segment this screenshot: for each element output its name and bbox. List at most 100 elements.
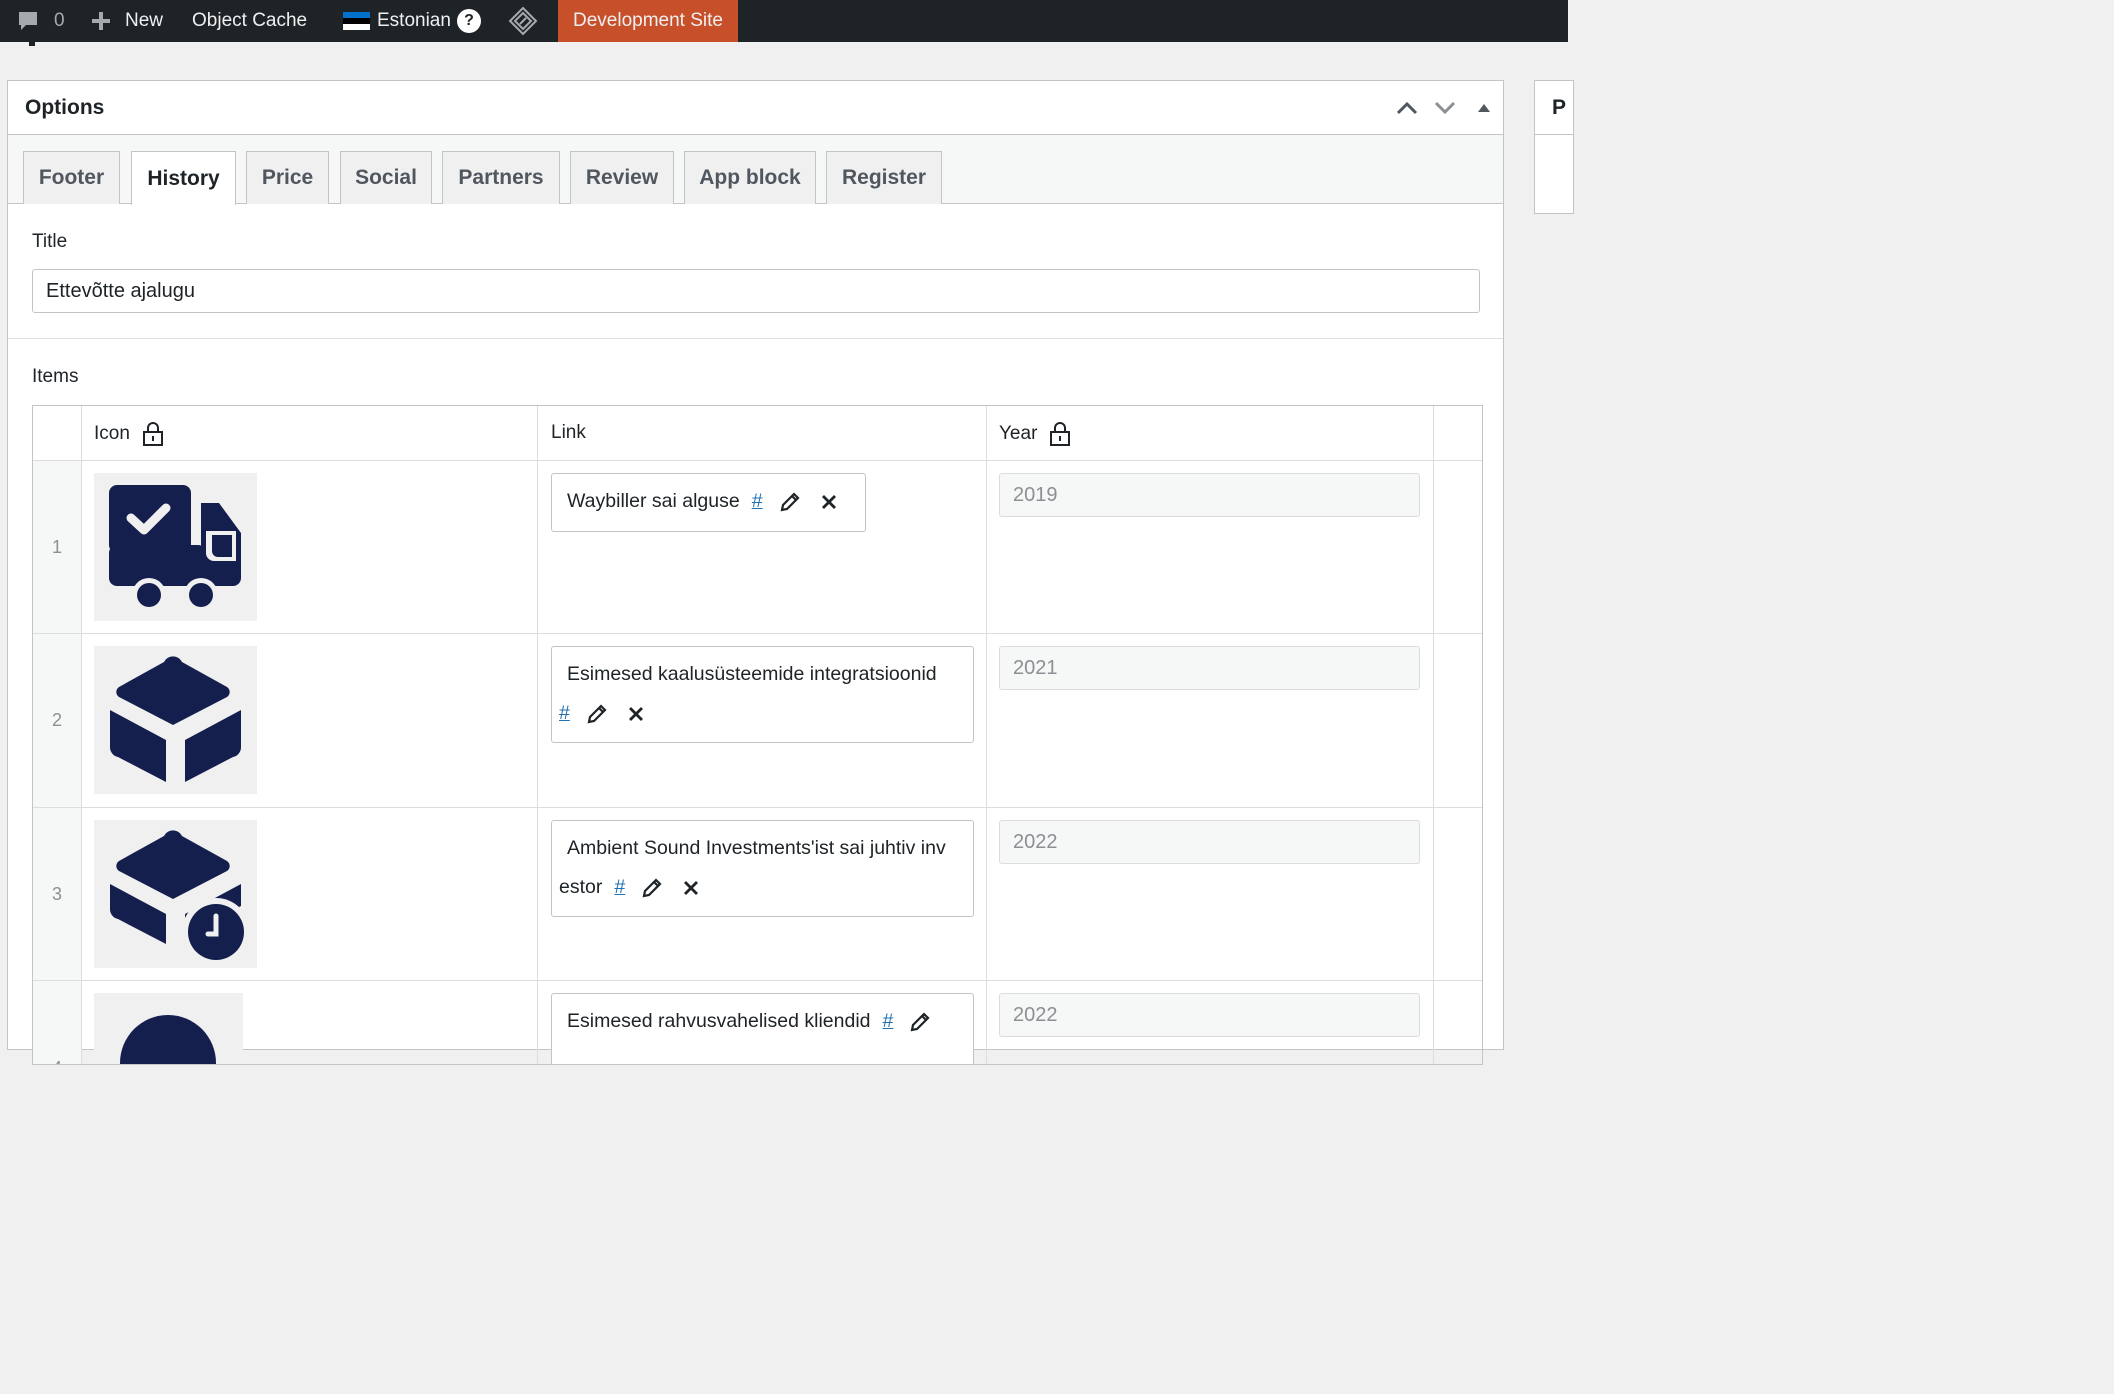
year-input[interactable]: 2021 — [999, 646, 1420, 690]
edit-link-button[interactable] — [586, 703, 608, 725]
globe-icon — [120, 1015, 216, 1064]
object-cache-menu[interactable]: Object Cache — [192, 0, 307, 42]
row-number: 1 — [51, 537, 62, 557]
remove-link-button[interactable] — [683, 880, 699, 896]
pencil-icon — [587, 703, 607, 723]
close-icon — [684, 880, 699, 895]
tab-footer[interactable]: Footer — [23, 151, 120, 204]
icon-picker[interactable] — [94, 820, 257, 968]
icon-picker[interactable] — [94, 646, 257, 794]
plus-icon — [92, 12, 110, 30]
plugin-menu[interactable] — [508, 0, 538, 42]
pencil-icon — [910, 1011, 930, 1031]
link-line: Waybiller sai alguse # — [567, 490, 837, 513]
year-input[interactable]: 2022 — [999, 820, 1420, 864]
pencil-icon — [780, 491, 800, 511]
box-clock-icon — [109, 830, 250, 966]
link-url[interactable]: # — [752, 490, 763, 513]
object-cache-label: Object Cache — [192, 10, 308, 31]
link-line: # — [559, 702, 644, 725]
diamond-logo-icon — [508, 6, 538, 36]
title-input-value: Ettevõtte ajalugu — [46, 279, 195, 302]
link-field[interactable]: Esimesed kaalusüsteemide integratsioonid… — [551, 646, 974, 743]
column-header-link: Link — [551, 422, 586, 444]
comments-menu[interactable]: 0 — [17, 0, 65, 42]
section-divider — [8, 338, 1503, 339]
title-input[interactable]: Ettevõtte ajalugu — [32, 269, 1480, 313]
icon-picker[interactable] — [94, 993, 243, 1064]
row-number: 2 — [51, 710, 62, 730]
year-value: 2021 — [1013, 656, 1058, 679]
column-header-icon: Icon — [94, 422, 164, 446]
toggle-panel-button[interactable] — [1471, 95, 1497, 121]
tab-social[interactable]: Social — [340, 151, 432, 204]
close-icon — [628, 706, 643, 721]
link-url[interactable]: # — [614, 876, 625, 899]
tab-app-block[interactable]: App block — [684, 151, 816, 204]
edit-link-button[interactable] — [779, 491, 801, 513]
link-title-continued: estor — [559, 876, 603, 898]
sidebar-postbox-title: P — [1535, 81, 1573, 135]
link-title: Esimesed kaalusüsteemide integratsioonid — [567, 663, 937, 685]
year-input[interactable]: 2019 — [999, 473, 1420, 517]
link-url[interactable]: # — [883, 1010, 894, 1033]
truck-check-icon — [109, 485, 241, 612]
icon-picker[interactable] — [94, 473, 257, 621]
year-input[interactable]: 2022 — [999, 993, 1420, 1037]
chevron-down-icon — [1434, 101, 1456, 115]
comments-count: 0 — [54, 10, 65, 31]
language-label: Estonian — [377, 10, 451, 31]
close-icon — [821, 494, 836, 509]
title-label: Title — [32, 231, 68, 252]
tab-register[interactable]: Register — [826, 151, 942, 204]
row-number: 4 — [33, 1058, 81, 1064]
link-title: Esimesed rahvusvahelised kliendid — [567, 1010, 871, 1032]
tab-price[interactable]: Price — [246, 151, 329, 204]
postbox-title: Options — [25, 96, 105, 119]
items-table: Icon Link Year 1 Waybiller sai alguse # … — [32, 405, 1483, 1065]
link-title: Waybiller sai alguse — [567, 490, 740, 512]
link-line: estor # — [559, 876, 699, 899]
link-header-label: Link — [551, 422, 586, 443]
year-value: 2022 — [1013, 830, 1058, 853]
year-header-label: Year — [999, 423, 1038, 444]
remove-link-button[interactable] — [821, 494, 837, 510]
pencil-icon — [642, 877, 662, 897]
estonian-flag-icon — [343, 12, 370, 30]
new-label: New — [125, 10, 164, 31]
postbox-header: Options — [8, 81, 1503, 135]
column-header-year: Year — [999, 422, 1071, 446]
link-url[interactable]: # — [559, 702, 570, 725]
move-down-button[interactable] — [1432, 95, 1458, 121]
link-field[interactable]: Ambient Sound Investments'ist sai juhtiv… — [551, 820, 974, 917]
admin-bar: 0 New Object Cache Estonian ? Developmen… — [0, 0, 1568, 42]
tab-review[interactable]: Review — [570, 151, 674, 204]
new-content-menu[interactable]: New — [91, 0, 163, 42]
development-site-badge[interactable]: Development Site — [558, 0, 738, 42]
options-postbox: Options Footer History Price Social Part… — [7, 80, 1504, 1065]
items-label: Items — [32, 366, 79, 387]
remove-link-button[interactable] — [628, 706, 644, 722]
box-icon — [109, 656, 242, 782]
edit-link-button[interactable] — [641, 877, 663, 899]
tab-history[interactable]: History — [131, 151, 236, 205]
link-line: Esimesed rahvusvahelised kliendid # — [567, 1010, 931, 1033]
icon-header-label: Icon — [94, 423, 130, 444]
help-icon[interactable]: ? — [456, 9, 481, 33]
page-title-fragment — [29, 38, 35, 46]
year-value: 2019 — [1013, 483, 1058, 506]
chevron-up-icon — [1396, 101, 1418, 115]
link-field[interactable]: Esimesed rahvusvahelised kliendid # — [551, 993, 974, 1064]
edit-link-button[interactable] — [909, 1011, 931, 1033]
triangle-up-icon — [1478, 104, 1490, 112]
sidebar-postbox: P — [1534, 80, 1574, 214]
tab-partners[interactable]: Partners — [442, 151, 560, 204]
move-up-button[interactable] — [1394, 95, 1420, 121]
link-field[interactable]: Waybiller sai alguse # — [551, 473, 866, 532]
year-value: 2022 — [1013, 1003, 1058, 1026]
dev-site-label: Development Site — [573, 10, 723, 31]
lock-icon[interactable] — [1049, 422, 1071, 446]
link-title: Ambient Sound Investments'ist sai juhtiv… — [567, 837, 946, 859]
language-menu[interactable]: Estonian ? — [343, 0, 481, 42]
lock-icon[interactable] — [142, 422, 164, 446]
